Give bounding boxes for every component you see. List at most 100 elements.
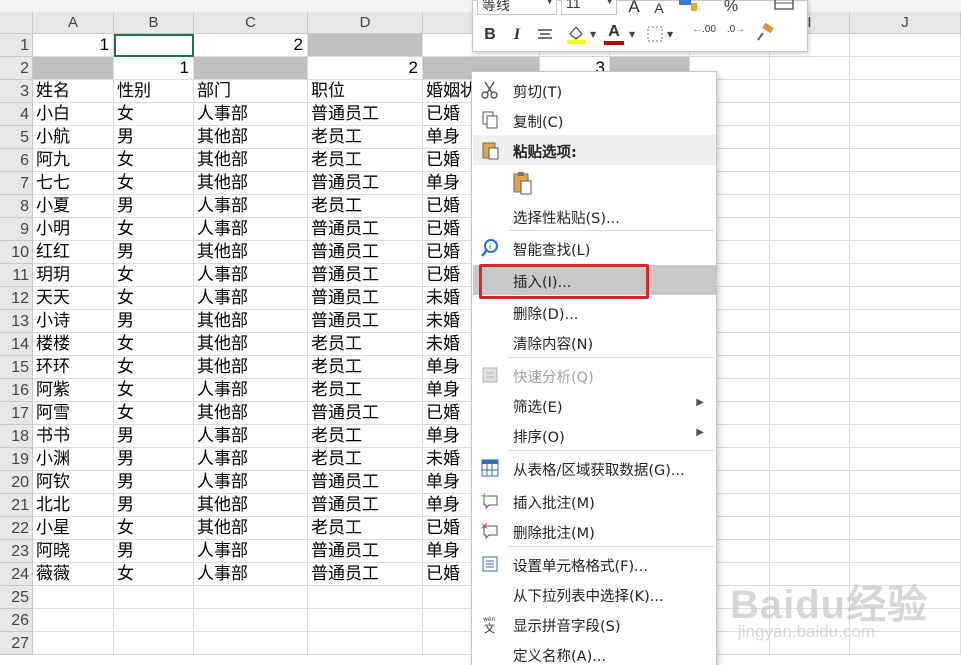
table-cell[interactable]: 楼楼 bbox=[33, 333, 114, 356]
shrink-font-button[interactable]: A bbox=[651, 0, 667, 18]
table-cell[interactable]: 人事部 bbox=[194, 448, 308, 471]
cell[interactable] bbox=[850, 241, 961, 264]
cell-b1-selected[interactable] bbox=[114, 34, 194, 57]
table-cell[interactable]: 普通员工 bbox=[308, 103, 423, 126]
table-cell[interactable]: 普通员工 bbox=[308, 563, 423, 586]
row-header-23[interactable]: 23 bbox=[0, 540, 33, 563]
column-header-a[interactable]: A bbox=[33, 12, 114, 34]
menu-item-10[interactable]: 筛选(E) ▶ bbox=[473, 390, 716, 420]
cell[interactable] bbox=[194, 586, 308, 609]
bold-button[interactable]: B bbox=[481, 25, 499, 45]
table-cell[interactable]: 男 bbox=[114, 494, 194, 517]
cell[interactable] bbox=[850, 218, 961, 241]
table-cell[interactable]: 老员工 bbox=[308, 333, 423, 356]
cell[interactable] bbox=[308, 632, 423, 655]
menu-item-13[interactable]: + 插入批注(M) bbox=[473, 486, 716, 516]
table-cell[interactable]: 男 bbox=[114, 241, 194, 264]
row-header-24[interactable]: 24 bbox=[0, 563, 33, 586]
decrease-decimal-button[interactable]: .0→ bbox=[721, 25, 751, 35]
table-cell[interactable]: 普通员工 bbox=[308, 540, 423, 563]
cell-d2[interactable]: 2 bbox=[308, 57, 423, 80]
menu-item-18[interactable]: 定义名称(A)... bbox=[473, 639, 716, 665]
menu-item-0[interactable]: 剪切(T) bbox=[473, 75, 716, 105]
chevron-down-icon[interactable]: ▼ bbox=[546, 0, 553, 6]
row-header-25[interactable]: 25 bbox=[0, 586, 33, 609]
percent-button[interactable]: % bbox=[721, 0, 741, 17]
chevron-down-icon[interactable]: ▼ bbox=[606, 0, 613, 6]
cell[interactable] bbox=[850, 80, 961, 103]
format-painter-top-icon[interactable] bbox=[677, 0, 699, 21]
table-cell[interactable]: 七七 bbox=[33, 172, 114, 195]
table-cell[interactable]: 普通员工 bbox=[308, 218, 423, 241]
table-cell[interactable]: 其他部 bbox=[194, 517, 308, 540]
cell[interactable] bbox=[770, 103, 850, 126]
table-cell[interactable]: 人事部 bbox=[194, 103, 308, 126]
cell[interactable] bbox=[850, 310, 961, 333]
cell[interactable] bbox=[850, 103, 961, 126]
table-cell[interactable]: 其他部 bbox=[194, 241, 308, 264]
table-cell[interactable]: 女 bbox=[114, 402, 194, 425]
table-cell[interactable]: 男 bbox=[114, 425, 194, 448]
table-cell[interactable]: 普通员工 bbox=[308, 241, 423, 264]
table-cell[interactable]: 人事部 bbox=[194, 218, 308, 241]
table-cell[interactable]: 普通员工 bbox=[308, 402, 423, 425]
table-cell[interactable]: 其他部 bbox=[194, 356, 308, 379]
select-all-corner[interactable] bbox=[0, 12, 33, 34]
cell[interactable] bbox=[770, 57, 850, 80]
table-cell[interactable]: 小夏 bbox=[33, 195, 114, 218]
table-cell[interactable]: 老员工 bbox=[308, 195, 423, 218]
table-cell[interactable]: 女 bbox=[114, 218, 194, 241]
menu-item-12[interactable]: 从表格/区域获取数据(G)... bbox=[473, 453, 716, 483]
row-header-26[interactable]: 26 bbox=[0, 609, 33, 632]
table-cell[interactable]: 普通员工 bbox=[308, 287, 423, 310]
table-cell[interactable]: 老员工 bbox=[308, 448, 423, 471]
table-cell[interactable]: 老员工 bbox=[308, 356, 423, 379]
cell[interactable] bbox=[850, 34, 961, 57]
table-cell[interactable]: 人事部 bbox=[194, 471, 308, 494]
column-header-d[interactable]: D bbox=[308, 12, 423, 34]
cell[interactable] bbox=[770, 149, 850, 172]
cell[interactable] bbox=[850, 379, 961, 402]
table-cell[interactable]: 女 bbox=[114, 563, 194, 586]
table-cell[interactable]: 阿晓 bbox=[33, 540, 114, 563]
cell[interactable] bbox=[770, 425, 850, 448]
cell-d1-filled[interactable] bbox=[308, 34, 423, 57]
row-header-2[interactable]: 2 bbox=[0, 57, 33, 80]
cell-c2-filled[interactable] bbox=[194, 57, 308, 80]
cell[interactable] bbox=[850, 425, 961, 448]
table-cell[interactable]: 男 bbox=[114, 540, 194, 563]
cell[interactable] bbox=[770, 310, 850, 333]
table-cell[interactable]: 其他部 bbox=[194, 333, 308, 356]
cell[interactable] bbox=[850, 287, 961, 310]
cell[interactable] bbox=[308, 586, 423, 609]
table-cell[interactable]: 小航 bbox=[33, 126, 114, 149]
header-cell[interactable]: 职位 bbox=[308, 80, 423, 103]
row-header-8[interactable]: 8 bbox=[0, 195, 33, 218]
font-color-button[interactable]: A bbox=[603, 22, 625, 45]
cell[interactable] bbox=[770, 241, 850, 264]
cell[interactable] bbox=[850, 494, 961, 517]
chevron-down-icon[interactable]: ▼ bbox=[667, 30, 673, 39]
header-cell[interactable]: 部门 bbox=[194, 80, 308, 103]
column-header-b[interactable]: B bbox=[114, 12, 194, 34]
table-cell[interactable]: 老员工 bbox=[308, 517, 423, 540]
cell[interactable] bbox=[114, 586, 194, 609]
cell[interactable] bbox=[770, 379, 850, 402]
table-cell[interactable]: 老员工 bbox=[308, 126, 423, 149]
row-header-18[interactable]: 18 bbox=[0, 425, 33, 448]
cell[interactable] bbox=[194, 609, 308, 632]
menu-item-7[interactable]: 删除(D)... bbox=[473, 297, 716, 327]
row-header-4[interactable]: 4 bbox=[0, 103, 33, 126]
cell-a2-filled[interactable] bbox=[33, 57, 114, 80]
row-header-15[interactable]: 15 bbox=[0, 356, 33, 379]
row-header-10[interactable]: 10 bbox=[0, 241, 33, 264]
table-cell[interactable]: 普通员工 bbox=[308, 264, 423, 287]
cell[interactable] bbox=[33, 586, 114, 609]
row-header-11[interactable]: 11 bbox=[0, 264, 33, 287]
row-header-6[interactable]: 6 bbox=[0, 149, 33, 172]
row-header-17[interactable]: 17 bbox=[0, 402, 33, 425]
cell[interactable] bbox=[850, 264, 961, 287]
table-cell[interactable]: 人事部 bbox=[194, 264, 308, 287]
table-cell[interactable]: 女 bbox=[114, 172, 194, 195]
table-cell[interactable]: 普通员工 bbox=[308, 310, 423, 333]
